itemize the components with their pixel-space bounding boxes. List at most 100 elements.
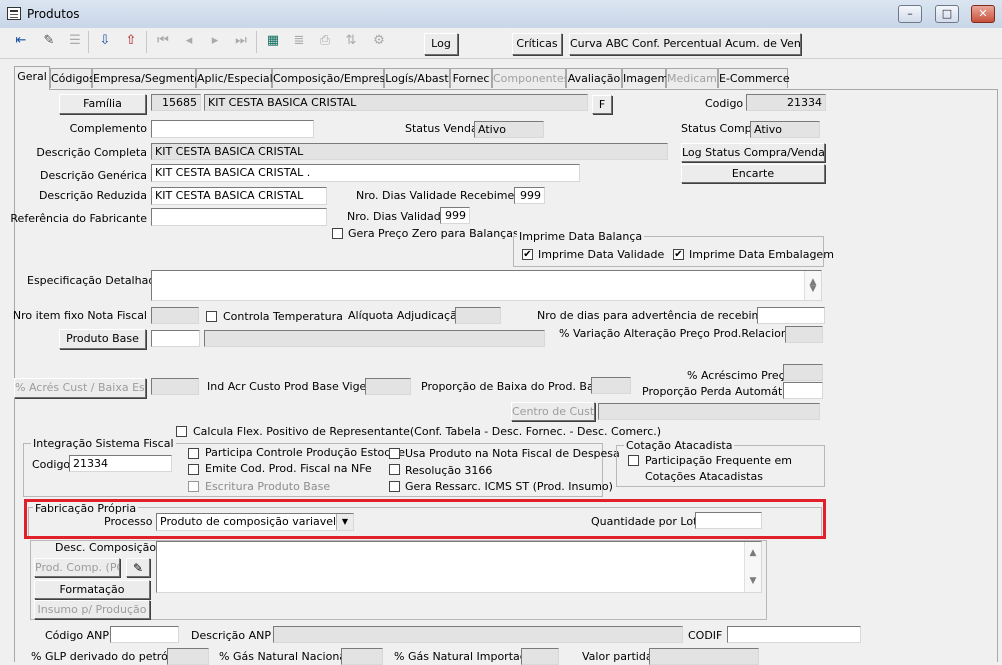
imprime-embalagem-checkbox[interactable]: ✔ — [673, 249, 684, 260]
emite-cod-checkbox[interactable] — [188, 464, 199, 475]
gera-ressarc-label: Gera Ressarc. ICMS ST (Prod. Insumo) — [405, 480, 613, 493]
tab-e-commerce[interactable]: E-Commerce — [718, 68, 790, 88]
grid-icon[interactable]: ▦ — [262, 30, 284, 52]
descricao-reduzida-field[interactable]: KIT CESTA BASICA CRISTAL — [151, 187, 327, 205]
fiscal-codigo-label: Codigo — [32, 458, 71, 471]
produto-base-code-field[interactable] — [151, 330, 200, 347]
complemento-label: Complemento — [69, 122, 147, 135]
first-record-icon[interactable]: ⏮ — [152, 30, 174, 52]
status-compra-field: Ativo — [750, 121, 820, 138]
tab-logis-abast[interactable]: Logís/Abast — [384, 68, 450, 88]
glp-field — [167, 648, 209, 665]
imprime-validade-label: Imprime Data Validade — [538, 248, 665, 261]
acrescimo-preco-field — [783, 364, 823, 381]
nro-item-label: Nro item fixo Nota Fiscal — [12, 309, 147, 322]
participa-controle-checkbox[interactable] — [188, 448, 199, 459]
prev-record-icon[interactable]: ◂ — [178, 30, 200, 52]
edit-pencil-icon[interactable]: ✎ — [38, 30, 60, 52]
tab-composicao-empresa[interactable]: Composição/Empresa — [272, 68, 392, 88]
valor-partida-field — [649, 648, 759, 665]
acres-cust-button[interactable]: % Acrés Cust / Baixa Estq — [14, 378, 146, 398]
minimize-button[interactable]: – — [898, 5, 922, 23]
ind-acr-label: Ind Acr Custo Prod Base Vigente — [207, 380, 385, 393]
status-venda-label: Status Venda — [405, 122, 478, 135]
title-bar: Produtos – □ ✕ — [0, 0, 1002, 29]
composicao-textarea[interactable]: ▲ ▼ — [156, 541, 762, 593]
edit-composicao-button[interactable]: ✎ — [126, 558, 150, 577]
descricao-anp-field — [273, 626, 683, 643]
desc-composicao-label: Desc. Composição — [55, 541, 157, 554]
composicao-scrollbar[interactable]: ▲ ▼ — [744, 542, 761, 592]
referencia-label: Referência do Fabricante — [10, 212, 147, 225]
next-record-icon[interactable]: ▸ — [204, 30, 226, 52]
especificacao-label: Especificação Detalhada — [27, 274, 163, 287]
tab-geral[interactable]: Geral — [14, 66, 50, 90]
formatacao-button[interactable]: Formatação — [34, 580, 150, 599]
codif-field[interactable] — [727, 626, 861, 643]
nro-dias-validade-field[interactable]: 999 — [440, 207, 470, 224]
resolucao-checkbox[interactable] — [389, 464, 400, 475]
controla-temp-checkbox[interactable] — [206, 311, 217, 322]
insumo-button[interactable]: Insumo p/ Produção — [34, 600, 150, 619]
escritura-checkbox[interactable] — [188, 481, 199, 492]
imprime-validade-checkbox[interactable]: ✔ — [522, 249, 533, 260]
centro-custo-button[interactable]: Centro de Custo — [511, 402, 595, 421]
exit-icon[interactable]: ⇤ — [10, 30, 32, 52]
nro-dias-adv-field[interactable] — [757, 307, 825, 324]
especificacao-textarea[interactable]: ▲ ▼ — [151, 270, 822, 301]
print-icon[interactable]: ⎙ — [314, 30, 336, 52]
export-icon[interactable]: ⇧ — [120, 30, 142, 52]
descricao-generica-field[interactable]: KIT CESTA BASICA CRISTAL . — [151, 164, 580, 182]
referencia-field[interactable] — [151, 208, 327, 226]
aliquota-field — [455, 307, 501, 324]
descricao-anp-label: Descrição ANP — [191, 629, 271, 642]
resolucao-label: Resolução 3166 — [405, 464, 493, 477]
familia-code-field: 15685 — [151, 94, 201, 111]
familia-f-button[interactable]: F — [592, 95, 612, 114]
tab-avaliacao[interactable]: Avaliação — [566, 68, 622, 88]
nro-dias-validade-label: Nro. Dias Validade — [347, 210, 448, 223]
prod-comp-button[interactable]: Prod. Comp. (PC) — [34, 558, 120, 577]
controla-temp-label: Controla Temperatura — [223, 310, 343, 323]
settings-icon[interactable]: ⚙ — [368, 30, 390, 52]
imprime-data-group-title: Imprime Data Balança — [517, 230, 645, 243]
tab-medicam[interactable]: Medicam. — [666, 68, 720, 88]
filter-icon[interactable]: ≣ — [288, 30, 310, 52]
close-button[interactable]: ✕ — [971, 5, 995, 23]
acres-cust-field — [151, 378, 199, 395]
complemento-field[interactable] — [151, 120, 314, 138]
produto-base-button[interactable]: Produto Base — [59, 329, 146, 349]
escritura-label: Escritura Produto Base — [205, 480, 331, 493]
tab-componentes[interactable]: Componentes — [492, 68, 569, 88]
calcula-flex-checkbox[interactable] — [176, 426, 187, 437]
familia-button[interactable]: Família — [59, 94, 146, 114]
imprime-embalagem-label: Imprime Data Embalagem — [689, 248, 834, 261]
proporcao-perda-field[interactable] — [783, 382, 823, 399]
log-status-button[interactable]: Log Status Compra/Venda — [681, 143, 825, 162]
aliquota-label: Alíquota Adjudicação — [348, 309, 464, 322]
gera-ressarc-checkbox[interactable] — [389, 481, 400, 492]
tab-imagem[interactable]: Imagem — [622, 68, 668, 88]
usa-produto-checkbox[interactable] — [389, 448, 400, 459]
encarte-button[interactable]: Encarte — [681, 164, 825, 183]
codigo-anp-field[interactable] — [110, 626, 179, 643]
sort-icon[interactable]: ⇅ — [340, 30, 362, 52]
curva-abc-button[interactable]: Curva ABC Conf. Percentual Acum. de Vend… — [569, 33, 801, 55]
tab-fornec[interactable]: Fornec — [450, 68, 492, 88]
participacao-freq-checkbox[interactable] — [628, 455, 639, 466]
gera-preco-zero-checkbox[interactable] — [332, 228, 343, 239]
tree-icon[interactable]: ☰ — [64, 30, 86, 52]
log-button[interactable]: Log — [424, 33, 458, 55]
acrescimo-preco-label: % Acréscimo Preço — [687, 369, 792, 382]
last-record-icon[interactable]: ⏭ — [230, 30, 252, 52]
fiscal-codigo-field[interactable]: 21334 — [69, 455, 172, 472]
tab-aplic-especial[interactable]: Aplic/Especial — [196, 68, 273, 88]
import-icon[interactable]: ⇩ — [94, 30, 116, 52]
criticas-button[interactable]: Críticas — [512, 33, 562, 55]
maximize-button[interactable]: □ — [935, 5, 959, 23]
tab-empresa-segmento[interactable]: Empresa/Segmento — [92, 68, 201, 88]
especificacao-scrollbar[interactable]: ▲ ▼ — [804, 271, 821, 300]
tab-codigos[interactable]: Códigos — [50, 68, 95, 88]
nro-dias-receb-field[interactable]: 999 — [514, 187, 545, 204]
gera-preco-zero-label: Gera Preço Zero para Balanças — [348, 227, 519, 240]
